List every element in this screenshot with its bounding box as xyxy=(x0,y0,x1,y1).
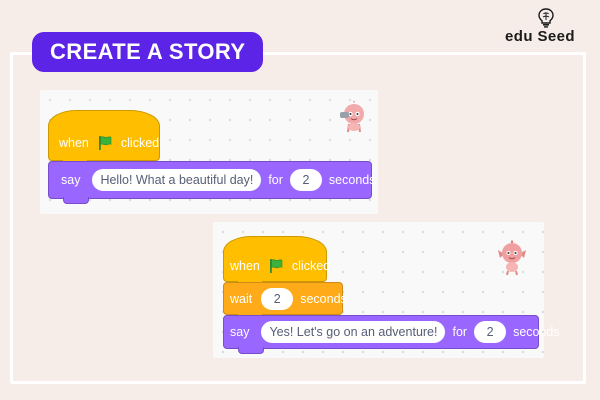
when-flag-clicked-block[interactable]: when clicked xyxy=(48,110,160,166)
page-title: CREATE A STORY xyxy=(32,32,264,72)
block-text-seconds: seconds xyxy=(513,325,560,339)
block-notch xyxy=(238,347,264,354)
block-text-when: when xyxy=(59,135,89,150)
block-text-clicked: clicked xyxy=(120,135,160,150)
when-flag-clicked-block[interactable]: when clicked xyxy=(223,236,331,287)
sprite-character-icon xyxy=(336,100,372,141)
block-text-for: for xyxy=(452,325,468,339)
green-flag-icon xyxy=(97,135,113,151)
duration-input[interactable]: 2 xyxy=(289,169,322,191)
block-text-for: for xyxy=(268,173,283,187)
block-text-seconds: seconds xyxy=(328,173,376,187)
green-flag-icon xyxy=(268,258,284,274)
block-text-say: say xyxy=(230,325,250,339)
brand-name: edu Seed xyxy=(505,28,575,45)
say-for-seconds-block[interactable]: say Yes! Let's go on an adventure! for 2… xyxy=(223,315,560,354)
code-panel-2: when clicked wait 2 seconds say Yes! Let… xyxy=(213,222,560,358)
wait-seconds-block[interactable]: wait 2 seconds xyxy=(223,282,347,320)
message-input[interactable]: Yes! Let's go on an adventure! xyxy=(261,321,446,343)
block-text-when: when xyxy=(230,259,260,273)
block-text-wait: wait xyxy=(230,291,253,306)
block-text-clicked: clicked xyxy=(291,259,331,273)
sprite-character-icon xyxy=(494,238,530,281)
block-text-say: say xyxy=(61,173,81,187)
block-text-seconds: seconds xyxy=(300,291,347,306)
block-notch xyxy=(63,197,89,204)
duration-input[interactable]: 2 xyxy=(261,287,294,310)
message-input[interactable]: Hello! What a beautiful day! xyxy=(92,169,262,191)
code-panel-1: when clicked say Hello! What a beautiful… xyxy=(40,90,378,214)
brand-logo: edu Seed xyxy=(496,8,596,48)
duration-input[interactable]: 2 xyxy=(474,321,507,343)
say-for-seconds-block[interactable]: say Hello! What a beautiful day! for 2 s… xyxy=(48,161,375,204)
